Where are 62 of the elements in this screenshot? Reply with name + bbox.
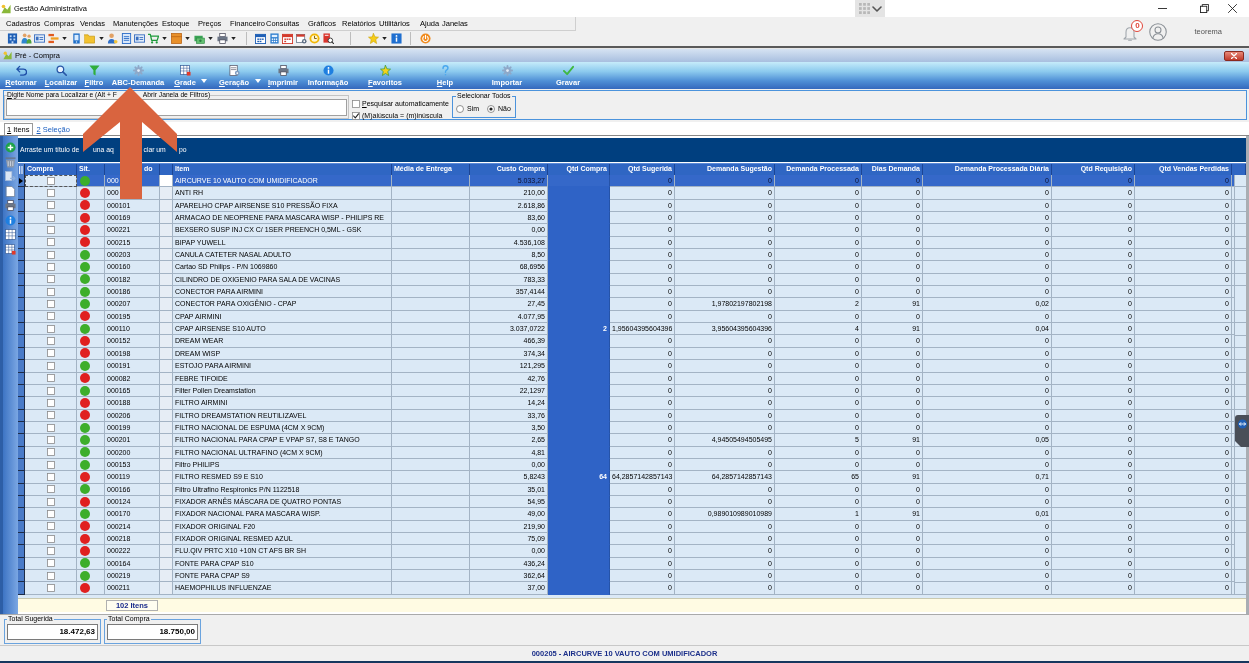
close-button[interactable]	[1224, 50, 1244, 61]
star-icon	[379, 65, 391, 76]
caret-icon[interactable]	[62, 37, 67, 40]
clock-icon[interactable]	[309, 33, 320, 44]
close-icon[interactable]	[1228, 4, 1237, 13]
caret-icon[interactable]	[98, 37, 104, 40]
close-icon	[1231, 52, 1237, 59]
table-icon[interactable]	[5, 243, 16, 255]
checkbox[interactable]	[352, 99, 360, 108]
printer-icon[interactable]	[216, 33, 228, 44]
caret-icon[interactable]	[382, 37, 387, 40]
total-field: 18.750,00	[107, 624, 198, 640]
caret-icon[interactable]	[162, 37, 167, 40]
search-icon	[55, 65, 67, 76]
grid-icon	[858, 3, 870, 14]
calculator-icon[interactable]	[268, 33, 280, 44]
trash-icon[interactable]	[5, 156, 16, 168]
info-icon[interactable]	[390, 33, 402, 44]
chevron-down-icon	[871, 5, 882, 12]
star-icon[interactable]	[367, 33, 379, 44]
info-icon	[322, 65, 334, 76]
calendar-icon[interactable]	[282, 33, 293, 44]
plus-icon[interactable]	[5, 142, 16, 153]
user-avatar-icon[interactable]	[1149, 22, 1168, 41]
printer-icon	[277, 65, 289, 76]
total-field: 18.472,63	[7, 624, 98, 640]
caret-icon[interactable]	[185, 37, 190, 40]
person-icon[interactable]	[107, 33, 118, 44]
funnel-icon	[88, 65, 100, 76]
table-icon	[179, 65, 191, 76]
id-card-icon[interactable]	[134, 33, 145, 44]
back-arrow-icon	[15, 65, 27, 76]
caret-icon[interactable]	[208, 37, 213, 40]
printer-icon[interactable]	[5, 200, 16, 211]
caret-icon[interactable]	[231, 37, 236, 40]
bell-icon[interactable]	[1122, 24, 1139, 41]
checkbox[interactable]	[352, 111, 360, 120]
id-card-icon[interactable]	[34, 33, 45, 44]
info-icon[interactable]	[5, 214, 16, 226]
calendar-gear-icon[interactable]	[295, 33, 307, 44]
calendar-icon[interactable]	[255, 33, 266, 44]
people-icon[interactable]	[20, 33, 32, 44]
power-icon[interactable]	[419, 33, 431, 44]
notification-badge: 0	[1131, 19, 1144, 32]
phone-icon[interactable]	[70, 33, 82, 44]
building-icon[interactable]	[7, 33, 18, 44]
grip-icon[interactable]	[19, 165, 23, 174]
table-icon[interactable]	[5, 229, 16, 240]
document-icon[interactable]	[120, 33, 132, 44]
apps-menu-button[interactable]	[855, 0, 885, 17]
document-icon[interactable]	[5, 185, 16, 197]
restore-icon[interactable]	[1200, 4, 1209, 13]
landscape-icon	[1, 3, 11, 14]
check-icon	[562, 65, 574, 76]
landscape-icon	[3, 51, 12, 60]
radio-button[interactable]	[487, 104, 496, 113]
book-search-icon[interactable]	[322, 33, 334, 44]
help-icon	[439, 65, 451, 76]
gear-icon	[132, 65, 144, 76]
gear-icon	[501, 65, 513, 76]
document-gear-icon	[228, 65, 240, 76]
radio-button[interactable]	[456, 104, 464, 113]
